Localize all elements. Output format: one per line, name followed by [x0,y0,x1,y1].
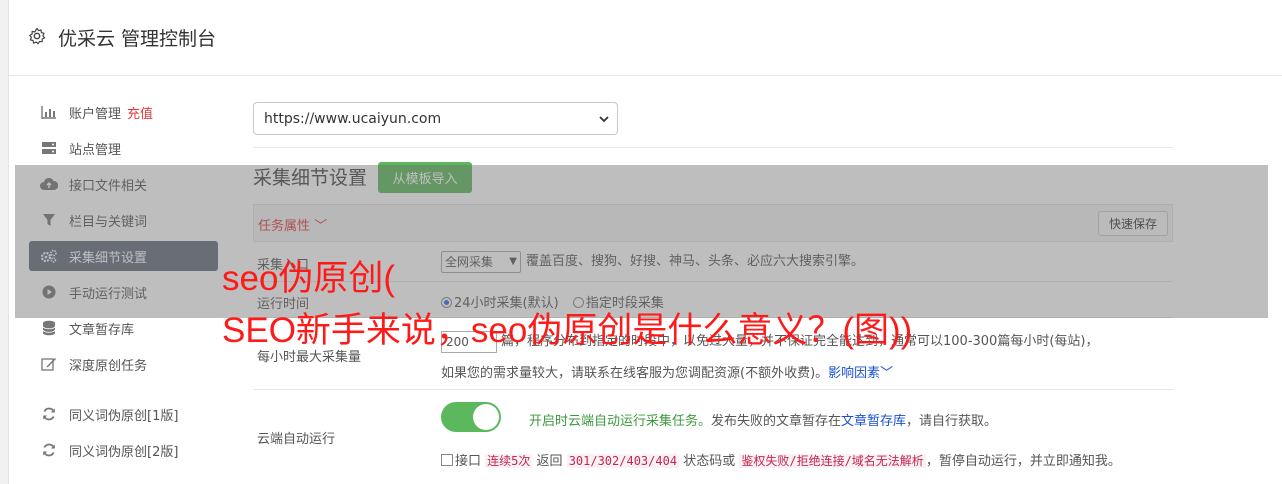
site-url-value: https://www.ucaiyun.com [264,110,442,127]
cloud-pause-option: 接口 连续5次 返回 301/302/403/404 状态码或 鉴权失败/拒绝连… [441,450,1121,469]
pause-text-b: 返回 [536,454,563,469]
code-consecutive: 连续5次 [485,454,533,468]
divider [253,147,1173,148]
cloud-auto-desc: 开启时云端自动运行采集任务。发布失败的文章暂存在文章暂存库，请自行获取。 [529,410,997,429]
cloud-desc-a: 发布失败的文章暂存在 [711,414,842,429]
code-status: 301/302/403/404 [566,454,680,468]
database-icon [40,320,58,336]
gear-icon [29,27,46,45]
top-header: 优采云 管理控制台 [9,0,1282,76]
cloud-enabled-text: 开启时云端自动运行采集任务。 [529,414,712,429]
pause-text-c: 状态码或 [683,454,736,469]
sidebar-item-label: 站点管理 [69,142,122,158]
code-errors: 鉴权失败/拒绝连接/域名无法解析 [739,454,926,468]
sidebar-item-sites[interactable]: 站点管理 [29,133,218,163]
refresh-icon [40,406,58,422]
edit-icon [40,356,58,372]
cloud-auto-row: 云端自动运行 开启时云端自动运行采集任务。发布失败的文章暂存在文章暂存库，请自行… [253,390,1173,480]
pause-checkbox[interactable] [441,454,453,466]
sidebar-item-synonym-v2[interactable]: 同义词伪原创[2版] [29,435,218,465]
double-chevron-down-icon: ﹀ [880,366,894,381]
max-per-hour-line2: 如果您的需求量较大，请联系在线客服为您调配资源(不额外收费)。影响因素﹀ [441,362,893,381]
page-title: 优采云 管理控制台 [58,28,217,50]
cloud-auto-toggle[interactable] [441,402,501,432]
site-url-select[interactable]: https://www.ucaiyun.com [253,102,618,135]
sidebar-item-label: 深度原创任务 [69,358,148,374]
bar-chart-icon [40,104,58,120]
sidebar-item-deep-rewrite[interactable]: 深度原创任务 [29,349,218,379]
sidebar-item-label: 账户管理 [69,106,122,122]
sidebar-item-label: 同义词伪原创[2版] [69,444,179,460]
recharge-link[interactable]: 充值 [127,103,153,122]
impact-factors-link[interactable]: 影响因素﹀ [828,366,893,381]
pause-text-d: ，暂停自动运行，并立即通知我。 [925,454,1121,469]
sidebar-item-synonym-v1[interactable]: 同义词伪原创[1版] [29,399,218,429]
max-per-hour-desc2: 如果您的需求量较大，请联系在线客服为您调配资源(不额外收费)。 [441,366,829,381]
watermark-line-2: SEO新手来说，seo伪原创是什么意义？(图)) [222,311,913,350]
cloud-auto-label: 云端自动运行 [257,432,336,447]
gray-overlay-band [15,165,1268,318]
sidebar-item-account[interactable]: 账户管理 充值 [29,97,218,127]
chevron-down-icon [599,116,609,123]
server-icon [40,140,58,156]
impact-factors-label: 影响因素 [828,366,881,381]
pause-text-a: 接口 [455,454,482,469]
sidebar-item-label: 同义词伪原创[1版] [69,408,179,424]
sidebar-item-label: 文章暂存库 [69,322,135,338]
watermark-line-1: seo伪原创( [222,259,396,298]
article-store-link[interactable]: 文章暂存库 [841,414,906,429]
refresh-icon [40,442,58,458]
cloud-desc-b: ，请自行获取。 [906,414,998,429]
